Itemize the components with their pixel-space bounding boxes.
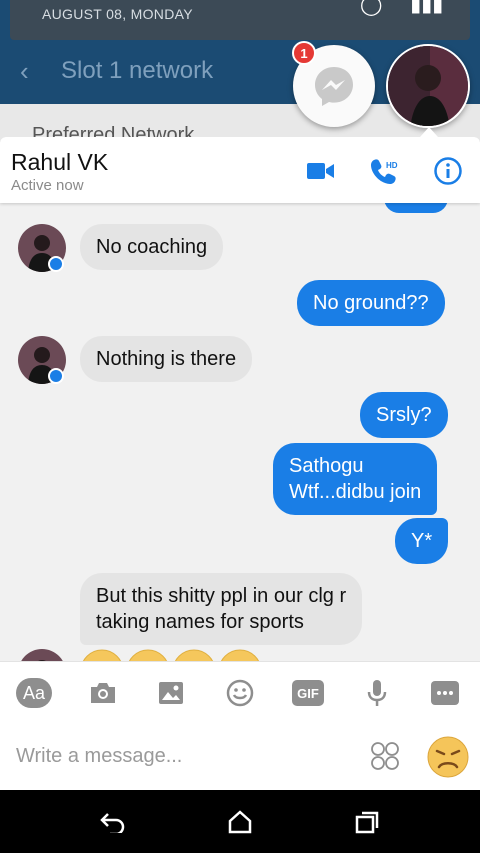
sticker-icon[interactable] — [225, 678, 255, 708]
avatar-photo — [388, 46, 468, 126]
status-date: AUGUST 08, MONDAY — [42, 6, 193, 22]
active-status: Active now — [11, 177, 84, 194]
contact-name[interactable]: Rahul VK — [11, 149, 108, 176]
back-icon[interactable] — [98, 808, 128, 836]
chat-header: Rahul VK Active now HD — [0, 137, 480, 203]
contact-chathead-avatar[interactable] — [386, 44, 470, 128]
unread-badge: 1 — [292, 41, 316, 65]
message-list[interactable]: No coaching No ground?? Nothing is there… — [0, 203, 480, 661]
emoji-picker-icon[interactable] — [370, 741, 400, 771]
message-line: Wtf...didbu join — [289, 481, 422, 503]
message-bubble-outgoing[interactable]: Y* — [395, 518, 449, 564]
message-line: But this shitty ppl in our clg r — [96, 585, 347, 607]
message-bubble-outgoing[interactable]: Sathogu Wtf...didbu join — [273, 443, 438, 515]
notification-shade: AUGUST 08, MONDAY ◯ ▮▮▮ — [10, 0, 470, 40]
camera-icon[interactable] — [88, 678, 118, 708]
microphone-icon[interactable] — [365, 678, 389, 708]
message-bubble-outgoing[interactable]: No ground?? — [297, 280, 445, 326]
messenger-badge-icon — [48, 368, 64, 384]
composer-toolbar: Aa GIF — [0, 661, 480, 723]
home-icon[interactable] — [225, 808, 255, 836]
message-bubble-incoming[interactable]: No coaching — [80, 224, 224, 270]
message-bubble-outgoing[interactable]: Srsly? — [360, 392, 448, 438]
system-nav-bar — [0, 790, 480, 853]
messenger-icon — [315, 67, 353, 106]
message-bubble-incoming[interactable]: But this shitty ppl in our clg r taking … — [80, 573, 363, 645]
settings-title: Slot 1 network — [61, 57, 214, 84]
text-format-label: Aa — [16, 678, 52, 708]
message-input[interactable] — [16, 741, 356, 771]
text-format-button[interactable]: Aa — [16, 678, 52, 708]
hd-voice-call-icon[interactable]: HD — [368, 155, 400, 187]
more-options-icon[interactable] — [431, 678, 459, 708]
status-icons: ◯ ▮▮▮ — [360, 0, 444, 16]
gif-button[interactable]: GIF — [292, 678, 324, 708]
chathead-pointer — [420, 127, 438, 137]
gif-label: GIF — [292, 680, 324, 706]
sender-avatar[interactable] — [18, 649, 66, 661]
emoji-row — [82, 649, 260, 661]
recent-apps-icon[interactable] — [352, 808, 382, 836]
svg-text:HD: HD — [386, 161, 398, 170]
message-line: Sathogu — [289, 455, 364, 477]
quick-emoji-icon[interactable] — [426, 735, 470, 779]
message-bubble-incoming[interactable]: Nothing is there — [80, 336, 253, 382]
chat-panel: Rahul VK Active now HD No coaching No gr… — [0, 137, 480, 790]
info-icon[interactable] — [432, 155, 464, 187]
previous-message-bubble — [384, 203, 448, 213]
messenger-badge-icon — [48, 256, 64, 272]
gallery-icon[interactable] — [157, 678, 185, 708]
video-call-icon[interactable] — [305, 155, 337, 187]
composer-input-row — [0, 723, 480, 790]
back-chevron-icon[interactable]: ‹ — [20, 56, 29, 87]
message-line: taking names for sports — [96, 611, 304, 633]
